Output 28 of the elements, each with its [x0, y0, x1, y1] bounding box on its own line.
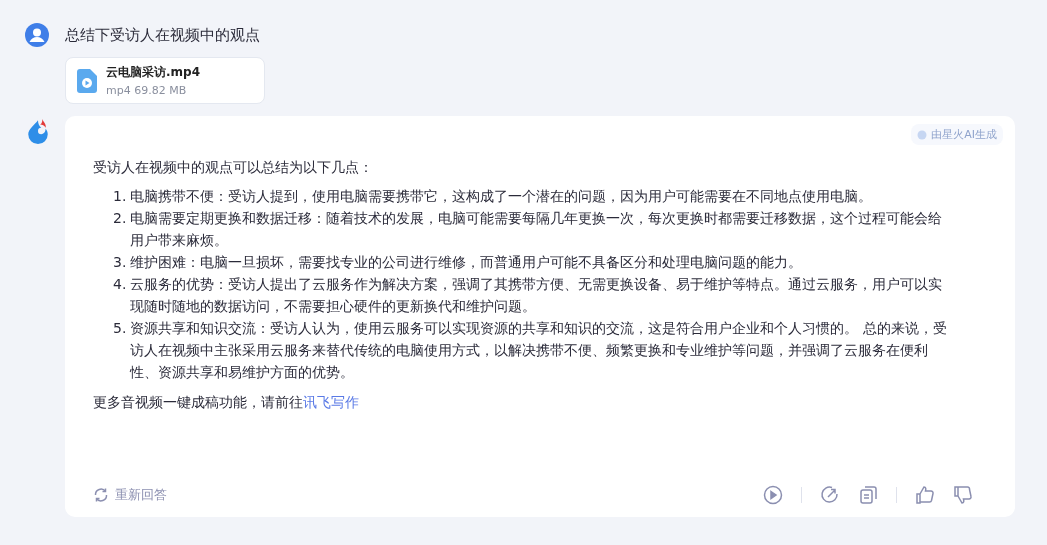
list-item-text: 电脑携带不便：受访人提到，使用电脑需要携带它，这构成了一个潜在的问题，因为用户可能需要在不同地点使用电脑。 [130, 187, 873, 206]
regenerate-button[interactable]: 重新回答 [93, 486, 167, 504]
list-item-text: 电脑需要定期更换和数据迁移：随着技术的发展，电脑可能需要每隔几年更换一次，每次更换时都需要迁移数据，这个过程可能会给用户带来麻烦。 [130, 209, 944, 250]
list-item-text: 云服务的优势：受访人提出了云服务作为解决方案，强调了其携带方便、无需更换设备、易于维护等特点。通过云服务，用户可以实现随时随地的数据访问，不需要担心硬件的更新换代和维护问题。 [130, 275, 944, 316]
list-number: 5. [113, 319, 127, 338]
thumbs-down-icon[interactable] [953, 485, 973, 505]
thumbs-up-icon[interactable] [915, 485, 935, 505]
user-avatar-icon [25, 23, 49, 47]
list-item-text: 维护困难：电脑一旦损坏，需要找专业的公司进行维修，而普通用户可能不具备区分和处理电脑问题的能力。 [130, 253, 803, 272]
list-item-text: 资源共享和知识交流：受访人认为，使用云服务可以实现资源的共享和知识的交流，这是符合用户企业和个人习惯的。 总的来说，受访人在视频中主张采用云服务来替代传统的电脑使用方式，以解决携带不便、频繁更换和专业维护等问题，并强调了云服务在便利性、资源共享和易维护方面的优势。 [130, 319, 948, 382]
list-number: 3. [113, 253, 127, 272]
file-meta: mp4 69.82 MB [106, 84, 188, 97]
list-number: 4. [113, 275, 127, 294]
file-name: 云电脑采访.mp4 [106, 64, 200, 81]
play-icon[interactable] [763, 485, 783, 505]
flame-logo-icon [25, 118, 51, 144]
copy-icon[interactable] [858, 485, 878, 505]
video-file-icon [77, 68, 97, 93]
writing-link[interactable]: 讯飞写作 [303, 394, 359, 410]
refresh-icon [93, 487, 109, 503]
share-icon[interactable] [820, 485, 840, 505]
intro-text: 受访人在视频中的观点可以总结为以下几点： [93, 159, 374, 177]
list-number: 1. [113, 187, 127, 206]
file-card[interactable]: 云电脑采访.mp4 mp4 69.82 MB [65, 57, 265, 104]
question-text: 总结下受访人在视频中的观点 [65, 25, 260, 45]
footer-text: 更多音视频一键成稿功能，请前往讯飞写作 [93, 393, 360, 412]
badge-text: 由星火AI生成 [931, 127, 997, 142]
list-number: 2. [113, 209, 127, 228]
